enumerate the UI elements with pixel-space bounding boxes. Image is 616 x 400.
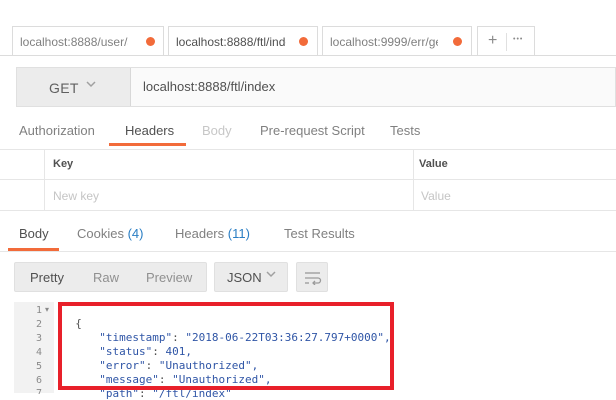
unsaved-dot-icon	[299, 37, 308, 46]
count-badge: (11)	[227, 226, 250, 241]
column-header-value: Value	[419, 158, 448, 170]
tab-headers[interactable]: Headers	[125, 123, 174, 138]
language-value: JSON	[227, 270, 262, 285]
count-badge: (4)	[127, 226, 144, 241]
new-tab-button[interactable]: + •••	[477, 26, 535, 56]
tab-ftl-index[interactable]: localhost:8888/ftl/inde	[168, 26, 318, 56]
pretty-button[interactable]: Pretty	[30, 270, 64, 285]
view-mode-group: Pretty Raw Preview	[14, 262, 207, 292]
tab-label: localhost:9999/err/ge	[330, 35, 438, 49]
tab-authorization[interactable]: Authorization	[19, 123, 95, 138]
divider	[0, 179, 616, 180]
response-tab-headers[interactable]: Headers (11)	[175, 226, 250, 241]
new-key-input[interactable]: New key	[53, 189, 99, 203]
line-number: 4	[35, 347, 42, 358]
line-number: 1	[35, 305, 42, 316]
unsaved-dot-icon	[146, 37, 155, 46]
divider	[413, 149, 414, 211]
tab-err[interactable]: localhost:9999/err/ge	[322, 26, 472, 56]
tab-user[interactable]: localhost:8888/user/a	[12, 26, 164, 56]
divider	[506, 33, 507, 51]
highlight-box	[58, 302, 394, 390]
tab-pre-request-script[interactable]: Pre-request Script	[260, 123, 365, 138]
response-tab-label: Test Results	[284, 226, 355, 241]
column-header-key: Key	[53, 158, 74, 170]
line-number: 6	[35, 375, 42, 386]
method-select[interactable]: GET	[17, 68, 131, 106]
divider	[44, 149, 45, 211]
tab-label: localhost:8888/user/a	[20, 35, 128, 49]
active-tab-indicator	[109, 143, 186, 146]
response-tab-cookies[interactable]: Cookies (4)	[77, 226, 143, 241]
tab-body[interactable]: Body	[202, 123, 232, 138]
request-bar: GET localhost:8888/ftl/index	[16, 67, 616, 107]
language-select[interactable]: JSON	[214, 262, 288, 292]
divider	[0, 251, 616, 252]
chevron-down-icon	[85, 78, 97, 93]
tab-label: localhost:8888/ftl/inde	[176, 35, 286, 49]
response-tab-label: Body	[19, 226, 49, 241]
preview-button[interactable]: Preview	[146, 270, 192, 285]
line-number: 3	[35, 333, 42, 344]
wrap-lines-button[interactable]	[296, 262, 328, 292]
chevron-down-icon	[265, 268, 277, 283]
response-tab-test-results[interactable]: Test Results	[284, 226, 355, 241]
line-number: 7	[35, 388, 42, 394]
response-tab-label: Headers	[175, 226, 225, 241]
unsaved-dot-icon	[453, 37, 462, 46]
tab-strip-border	[0, 55, 616, 56]
new-value-input[interactable]: Value	[421, 189, 451, 203]
divider	[0, 149, 616, 150]
plus-icon: +	[488, 32, 498, 49]
raw-button[interactable]: Raw	[93, 270, 119, 285]
divider	[0, 210, 616, 211]
headers-table: Key Value New key Value	[0, 149, 616, 211]
url-input[interactable]: localhost:8888/ftl/index	[143, 79, 275, 94]
line-number: 2	[35, 319, 42, 330]
line-number-gutter: 1 ▾ 2 3 4 5 6 7	[14, 302, 54, 394]
more-tabs-icon[interactable]: •••	[513, 36, 523, 43]
line-number: 5	[35, 361, 42, 372]
method-value: GET	[49, 80, 79, 96]
fold-toggle-icon[interactable]: ▾	[45, 305, 49, 314]
response-tab-label: Cookies	[77, 226, 124, 241]
wrap-icon	[304, 271, 322, 288]
response-tab-body[interactable]: Body	[19, 226, 49, 241]
tab-tests[interactable]: Tests	[390, 123, 420, 138]
